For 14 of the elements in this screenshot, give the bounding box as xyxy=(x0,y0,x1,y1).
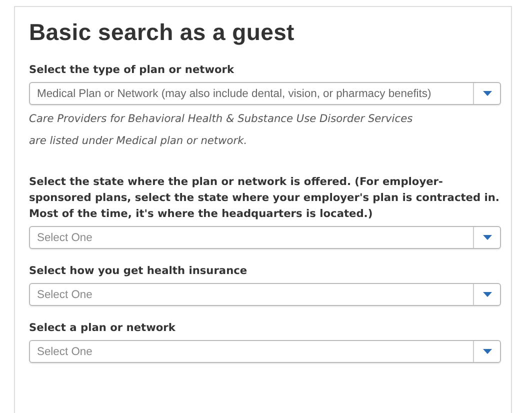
field-label: Select how you get health insurance xyxy=(29,264,248,279)
dropdown[interactable]: Select One xyxy=(29,340,501,363)
dropdown[interactable]: Select One xyxy=(29,283,501,306)
page-title: Basic search as a guest xyxy=(29,19,296,46)
field-label: Select a plan or network xyxy=(29,321,176,336)
caret-icon xyxy=(482,91,492,96)
dropdown[interactable]: Select One xyxy=(29,226,501,249)
help-note: Care Providers for Behavioral Health & Substance Use Disorder Services are listed under Medical plan or network. xyxy=(29,112,414,149)
dropdown[interactable]: Medical Plan or Network (may also include dental, vision, or pharmacy benefits) xyxy=(29,82,501,105)
caret-icon xyxy=(482,235,492,240)
field-label: Select the type of plan or network xyxy=(29,63,236,78)
caret-icon xyxy=(482,292,492,297)
field-label: Select the state where the plan or network is offered. (For employer-sponsored plans, select the state where your employer's plan is contracted in. Most of the time, it's where the headquarters is located.) xyxy=(29,175,500,222)
caret-icon xyxy=(482,349,492,354)
